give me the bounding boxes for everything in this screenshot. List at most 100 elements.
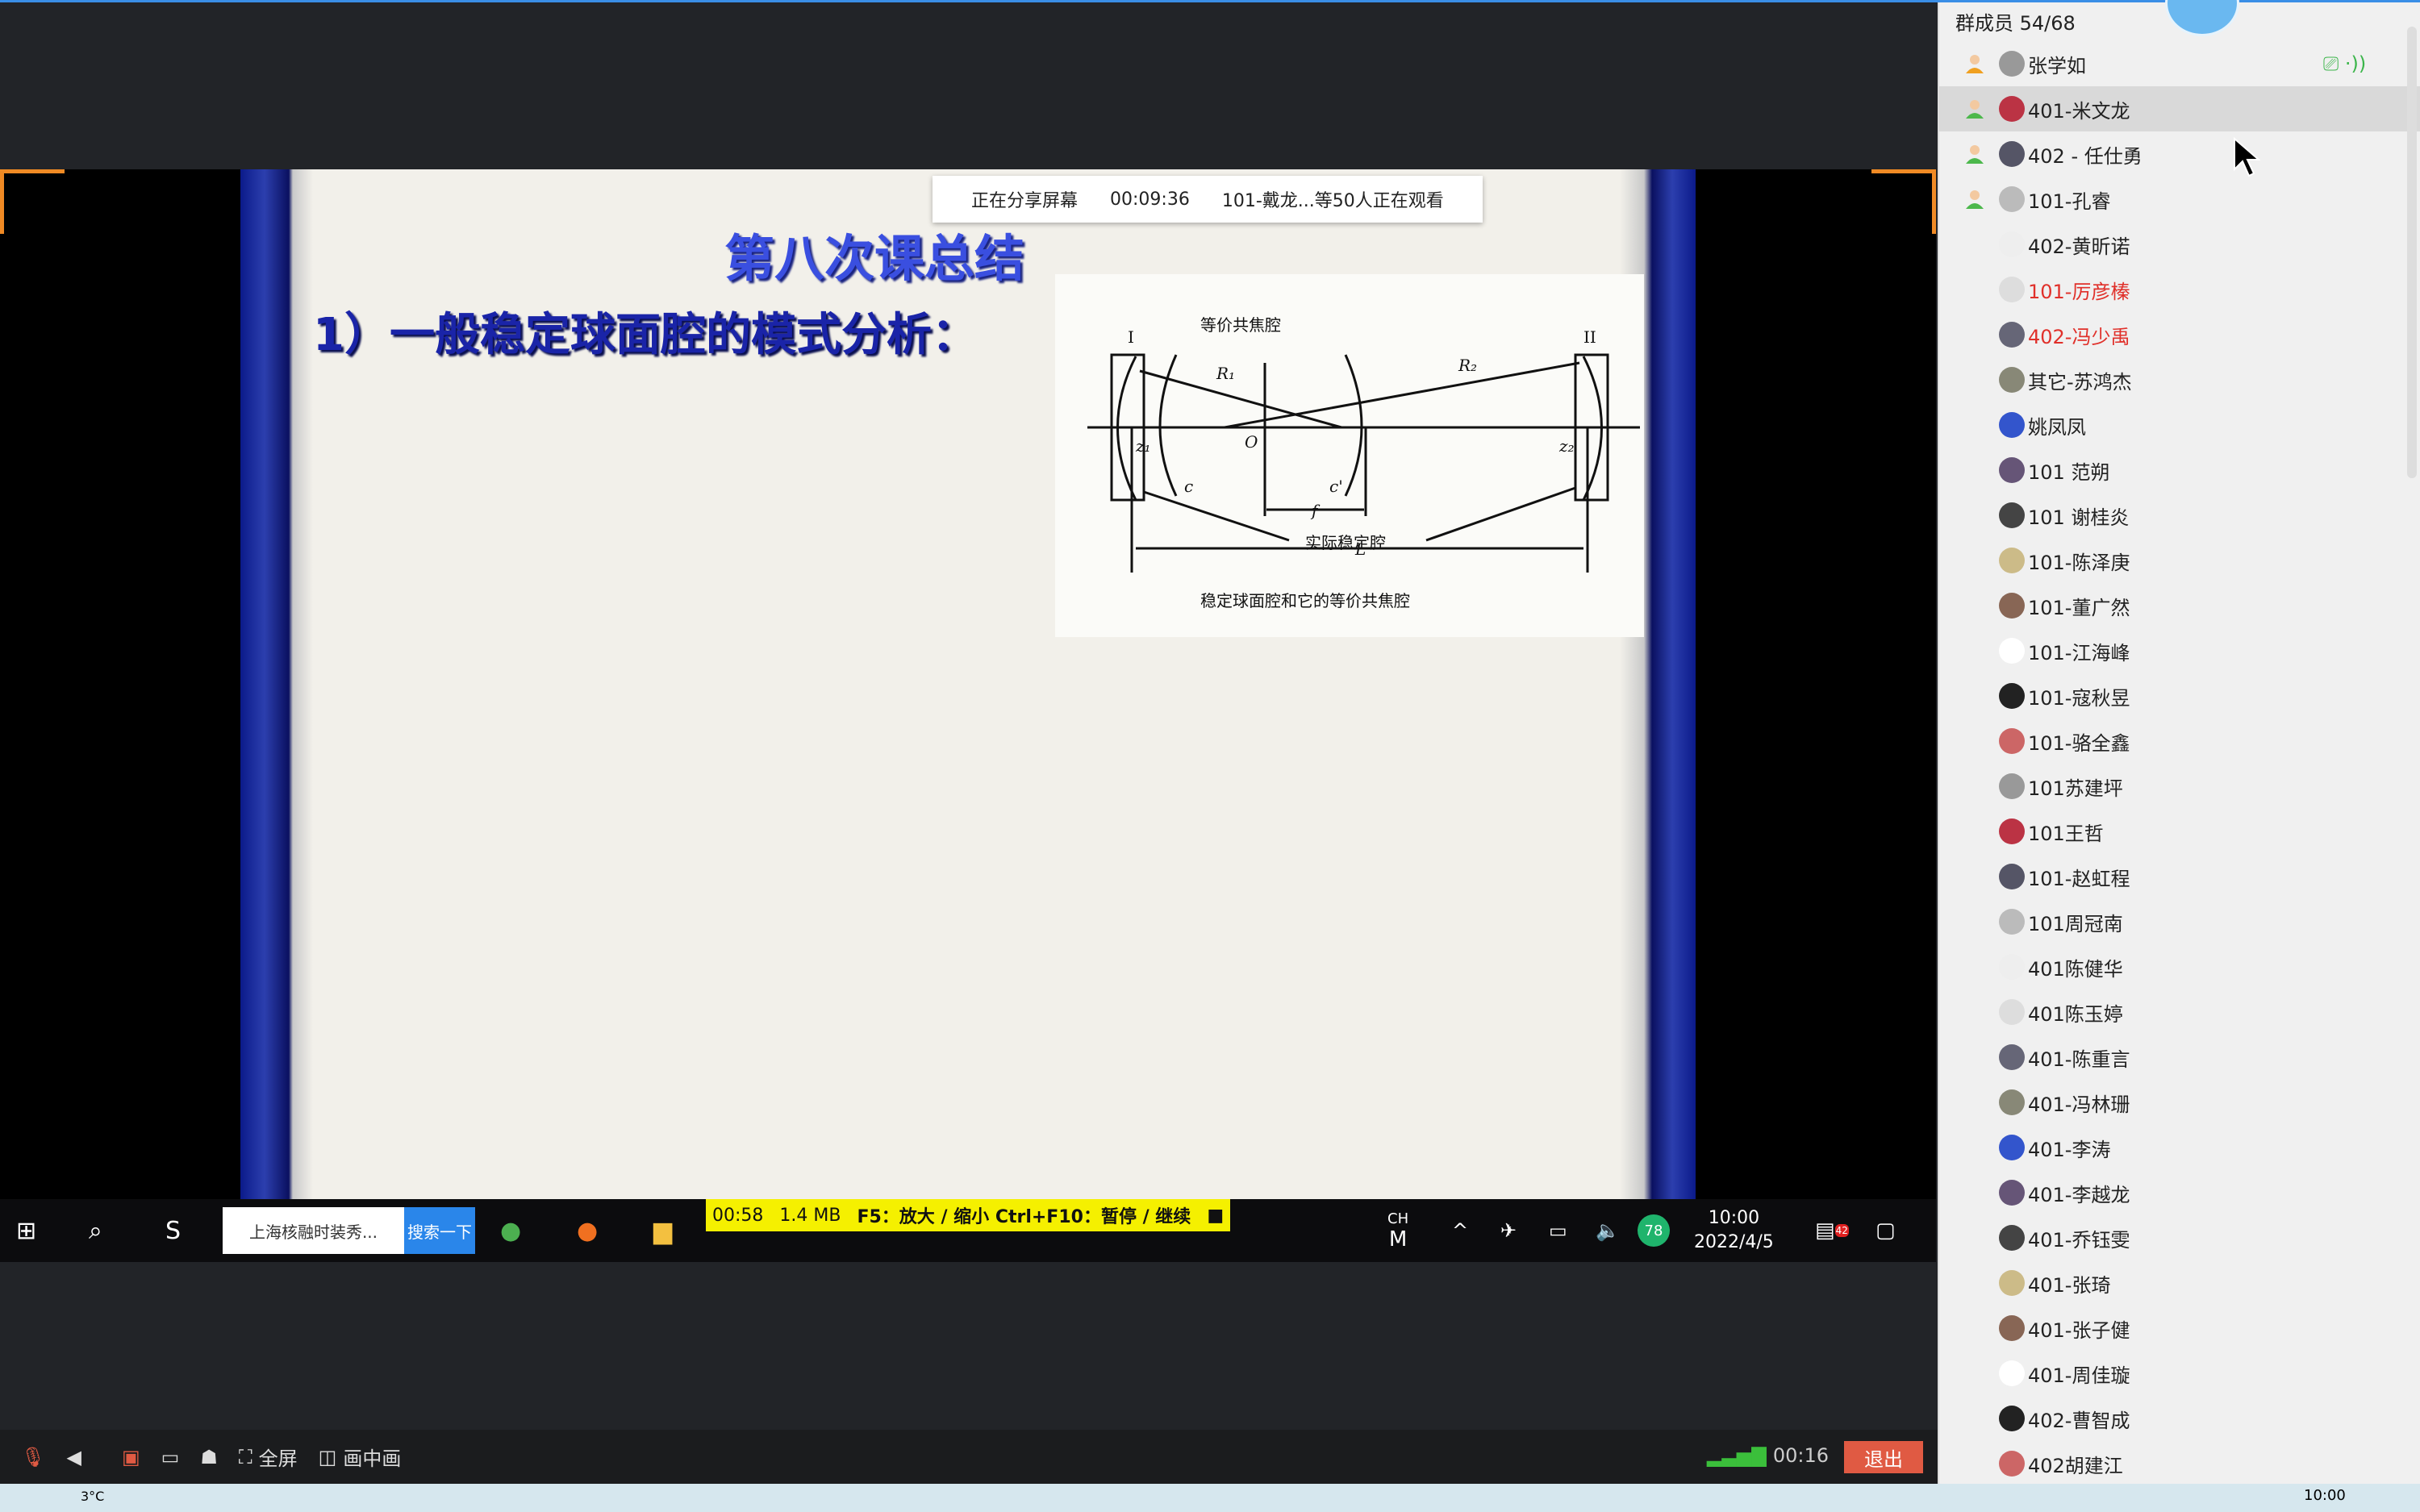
member-row[interactable]: 402 - 任仕勇 — [1939, 131, 2420, 177]
member-row[interactable]: 101-陈泽庚 — [1939, 538, 2420, 583]
member-row[interactable]: 张学如 ⎚ ·)) — [1939, 41, 2420, 86]
member-row[interactable]: 401-米文龙 — [1939, 86, 2420, 131]
member-row[interactable]: 401-陈重言 — [1939, 1035, 2420, 1080]
member-name: 姚凤凤 — [2028, 415, 2086, 439]
label-c: c — [1184, 477, 1193, 496]
duration-text: 00:16 — [1772, 1444, 1829, 1467]
record-size: 1.4 MB — [779, 1205, 841, 1226]
share-screen-button[interactable]: ▭ — [161, 1446, 180, 1468]
pip-label: 画中画 — [343, 1447, 402, 1470]
avatar — [1999, 1360, 2025, 1386]
avatar — [1999, 502, 2025, 528]
member-row[interactable]: 401-张琦 — [1939, 1260, 2420, 1306]
member-row[interactable]: 101-赵虹程 — [1939, 854, 2420, 899]
avatar — [1999, 412, 2025, 438]
screen-sharing-icon: ⎚ ·)) — [2323, 52, 2367, 75]
label-mirror-1: I — [1128, 327, 1134, 347]
avatar — [1999, 773, 2025, 799]
avatar — [1999, 231, 2025, 257]
member-row[interactable]: 401-李涛 — [1939, 1125, 2420, 1170]
member-name: 401-张琦 — [2028, 1273, 2111, 1297]
stop-icon: ■ — [1207, 1205, 1225, 1226]
member-row[interactable]: 402-冯少禹 — [1939, 312, 2420, 357]
member-row[interactable]: 402-曹智成 — [1939, 1396, 2420, 1441]
avatar — [1999, 999, 2025, 1025]
member-row[interactable]: 401陈健华 — [1939, 944, 2420, 989]
fullscreen-icon: ⛶ — [238, 1445, 252, 1468]
member-row[interactable]: 401-周佳璇 — [1939, 1351, 2420, 1396]
exit-button[interactable]: 退出 — [1844, 1441, 1923, 1473]
member-name: 402胡建江 — [2028, 1454, 2123, 1477]
network-icon: ✈ — [1500, 1219, 1517, 1242]
fullscreen-button[interactable]: ⛶ 全屏 — [239, 1443, 298, 1471]
member-row[interactable]: 101-寇秋昱 — [1939, 673, 2420, 719]
member-name: 402-冯少禹 — [2028, 325, 2130, 348]
member-row[interactable]: 101-骆全鑫 — [1939, 719, 2420, 764]
avatar — [1999, 141, 2025, 167]
member-name: 401-李涛 — [2028, 1138, 2111, 1161]
member-row[interactable]: 402胡建江 — [1939, 1441, 2420, 1486]
speaker-button[interactable]: ◀ — [66, 1446, 81, 1468]
member-name: 401-乔钰雯 — [2028, 1228, 2130, 1252]
browser-icon: ● — [500, 1216, 522, 1245]
signal-icon: ▂▃▅▇ — [1707, 1444, 1767, 1467]
member-row[interactable]: 101周冠南 — [1939, 899, 2420, 944]
member-name: 101苏建坪 — [2028, 777, 2123, 800]
avatar — [1999, 728, 2025, 754]
slide-subtitle: 1）一般稳定球面腔的模式分析： — [313, 309, 977, 361]
member-row[interactable]: 401-张子健 — [1939, 1306, 2420, 1351]
member-row[interactable]: 401陈玉婷 — [1939, 989, 2420, 1035]
share-viewers: 101-戴龙...等50人正在观看 — [1221, 191, 1444, 211]
scrollbar[interactable] — [2407, 27, 2417, 478]
avatar — [1999, 818, 2025, 844]
member-row[interactable]: 401-李越龙 — [1939, 1170, 2420, 1215]
member-panel: 群成员 54/68 张学如 ⎚ ·)) 401-米文龙 402 - 任仕勇 101-孔睿… — [1938, 0, 2420, 1486]
member-row[interactable]: 401-冯林珊 — [1939, 1080, 2420, 1125]
member-row[interactable]: 101-孔睿 — [1939, 177, 2420, 222]
member-name: 101-孔睿 — [2028, 190, 2111, 213]
member-row[interactable]: 101-江海峰 — [1939, 628, 2420, 673]
member-name: 402 - 任仕勇 — [2028, 144, 2143, 168]
avatar — [1999, 367, 2025, 393]
resonator-diagram: 等价共焦腔 实际稳定腔 稳定球面腔和它的等价共焦腔 I II R₁ R₂ O z… — [1055, 274, 1644, 637]
member-row[interactable]: 401-乔钰雯 — [1939, 1215, 2420, 1260]
avatar — [1999, 1089, 2025, 1115]
battery-icon: ▭ — [1549, 1219, 1567, 1242]
member-row[interactable]: 101-董广然 — [1939, 583, 2420, 628]
interaction-button[interactable]: ☗ — [200, 1446, 218, 1468]
member-row[interactable]: 101 谢桂炎 — [1939, 493, 2420, 538]
avatar — [1999, 1225, 2025, 1251]
member-row[interactable]: 101-厉彦榛 — [1939, 267, 2420, 312]
member-row[interactable]: 姚凤凤 — [1939, 402, 2420, 448]
badge-78: 78 — [1638, 1214, 1670, 1247]
action-center-icon: ▢ — [1876, 1218, 1896, 1243]
pip-button[interactable]: ◫ 画中画 — [319, 1443, 402, 1471]
slide: 第八次课总结 1）一般稳定球面腔的模式分析： 等价共焦腔 实际稳定腔 稳定球面腔… — [240, 169, 1696, 1202]
label-z2: z₂ — [1558, 436, 1575, 456]
avatar — [1999, 1406, 2025, 1431]
camera-off-button[interactable]: ▣ — [122, 1446, 140, 1468]
member-row[interactable]: 402-黄昕诺 — [1939, 222, 2420, 267]
member-name: 101王哲 — [2028, 822, 2104, 845]
avatar — [1999, 1451, 2025, 1477]
diagram-caption: 稳定球面腔和它的等价共焦腔 — [1200, 591, 1410, 610]
avatar — [1999, 186, 2025, 212]
member-row[interactable]: 101王哲 — [1939, 809, 2420, 854]
mic-muted-button[interactable]: 🎙 — [21, 1446, 45, 1468]
member-name: 101-赵虹程 — [2028, 867, 2130, 890]
label-L: L — [1354, 539, 1366, 559]
screen-share-banner: 正在分享屏幕 00:09:36 101-戴龙...等50人正在观看 — [933, 176, 1483, 223]
windows-start-icon: ⊞ — [16, 1216, 37, 1245]
member-row[interactable]: 101 范朔 — [1939, 448, 2420, 493]
member-name: 401-李越龙 — [2028, 1183, 2130, 1206]
floating-ball[interactable] — [2165, 0, 2239, 36]
system-taskbar: 3°C 10:00 — [0, 1484, 2420, 1512]
member-name: 401陈玉婷 — [2028, 1002, 2123, 1026]
folder-icon: ▆ — [653, 1216, 673, 1245]
member-name: 402-黄昕诺 — [2028, 235, 2130, 258]
member-row[interactable]: 其它-苏鸿杰 — [1939, 357, 2420, 402]
notification-icon: ▤ 42 — [1815, 1218, 1849, 1243]
member-name: 101周冠南 — [2028, 912, 2123, 935]
avatar — [1999, 1270, 2025, 1296]
member-row[interactable]: 101苏建坪 — [1939, 764, 2420, 809]
